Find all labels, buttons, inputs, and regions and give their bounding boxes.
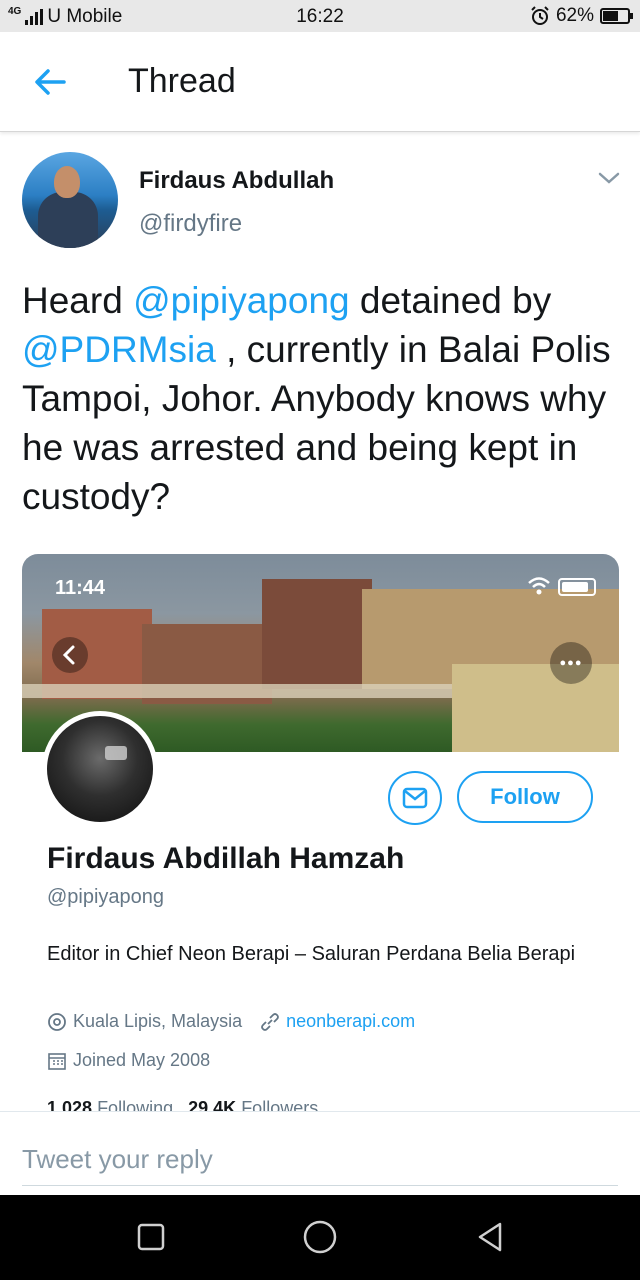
banner-building [262, 579, 372, 689]
back-button[interactable] [30, 64, 70, 100]
battery-percent: 62% [555, 5, 594, 26]
profile-joined: Joined May 2008 [73, 1050, 211, 1070]
avatar-glow [105, 746, 127, 760]
battery-icon [600, 8, 633, 24]
link-icon [261, 1012, 279, 1031]
chevron-left-icon [62, 645, 75, 665]
profile-joined-row: Joined May 2008 [47, 1050, 210, 1071]
banner-back-button[interactable] [52, 637, 88, 673]
tweet-text-part: Heard [22, 280, 134, 321]
tweet-media-image[interactable]: 11:44 ●●● Follow Firdaus Abdillah Hamzah… [22, 554, 619, 1114]
app-header: Thread [0, 32, 640, 132]
profile-name: Firdaus Abdillah Hamzah [47, 842, 405, 875]
banner-steps [452, 664, 619, 752]
home-button[interactable] [302, 1219, 338, 1255]
square-icon [137, 1223, 165, 1251]
tweet-text-part: detained by [349, 280, 552, 321]
author-avatar[interactable] [22, 152, 118, 248]
circle-icon [303, 1220, 337, 1254]
more-options-icon[interactable]: ●●● [550, 642, 592, 684]
reply-bar [0, 1111, 640, 1195]
system-nav-bar [0, 1195, 640, 1280]
mention-link[interactable]: @PDRMsia [22, 329, 216, 370]
location-pin-icon [48, 1012, 66, 1031]
tweet-text: Heard @pipiyapong detained by @PDRMsia ,… [22, 276, 622, 521]
chevron-down-icon [598, 172, 620, 184]
envelope-icon [402, 787, 428, 809]
triangle-back-icon [478, 1222, 502, 1252]
tweet-menu-button[interactable] [596, 168, 622, 188]
back-arrow-icon [35, 69, 66, 95]
avatar-head [54, 166, 80, 198]
profile-handle: @pipiyapong [47, 886, 165, 908]
status-right: 62% [530, 5, 633, 27]
profile-bio: Editor in Chief Neon Berapi – Saluran Pe… [47, 943, 576, 965]
reply-input[interactable] [22, 1134, 618, 1186]
battery-icon [558, 578, 596, 596]
author-name[interactable]: Firdaus Abdullah [139, 167, 334, 195]
author-handle[interactable]: @firdyfire [139, 210, 242, 238]
calendar-icon [48, 1052, 66, 1070]
message-button[interactable] [388, 771, 442, 825]
profile-website-link[interactable]: neonberapi.com [286, 1011, 415, 1032]
system-back-button[interactable] [472, 1219, 508, 1255]
recents-button[interactable] [133, 1219, 169, 1255]
screenshot-clock: 11:44 [55, 577, 106, 599]
status-bar: 4G U Mobile 16:22 62% [0, 0, 640, 32]
mention-link[interactable]: @pipiyapong [133, 280, 350, 321]
profile-meta-row: Kuala Lipis, Malaysia neonberapi.com [47, 1011, 415, 1032]
page-title: Thread [128, 62, 236, 100]
wifi-icon [528, 577, 550, 595]
avatar-figure [38, 192, 98, 248]
alarm-icon [531, 6, 549, 25]
profile-location: Kuala Lipis, Malaysia [73, 1011, 243, 1031]
profile-avatar[interactable] [42, 711, 158, 827]
follow-button[interactable]: Follow [457, 771, 593, 823]
